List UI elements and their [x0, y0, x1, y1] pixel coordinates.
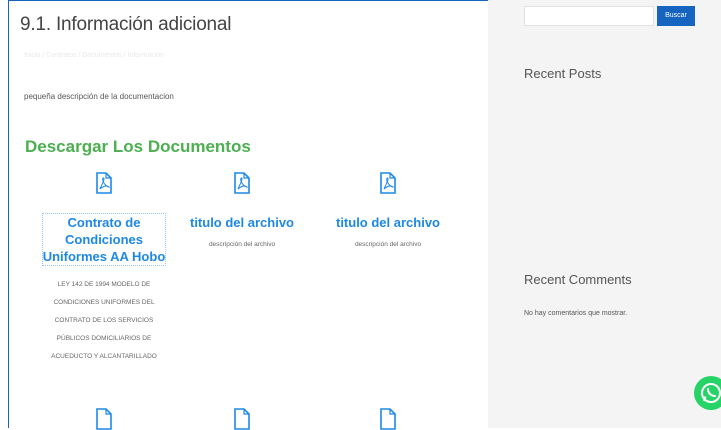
- search-button[interactable]: Buscar: [657, 6, 695, 26]
- document-description: LEY 142 DE 1994 MODELO DE CONDICIONES UN…: [34, 276, 174, 366]
- pdf-file-icon[interactable]: [96, 172, 112, 194]
- document-description-line: CONDICIONES UNIFORMES DEL: [53, 299, 155, 306]
- document-title-line: Contrato de: [67, 215, 141, 230]
- recent-comments-title: Recent Comments: [524, 272, 632, 287]
- search-input[interactable]: [524, 6, 654, 26]
- document-description: descripción del archivo: [354, 241, 422, 248]
- whatsapp-icon: [701, 383, 721, 403]
- main-content: 9.1. Información adicional Inicio / Cont…: [0, 0, 488, 430]
- section-heading: Descargar Los Documentos: [25, 137, 251, 156]
- pdf-file-icon[interactable]: [234, 408, 250, 430]
- breadcrumb[interactable]: Inicio / Contratos / Documentos / Inform…: [24, 52, 164, 59]
- document-card: titulo del archivo descripción del archi…: [172, 172, 312, 254]
- document-title-line: Uniformes AA Hobo: [42, 249, 166, 264]
- document-title-link[interactable]: titulo del archivo: [190, 214, 294, 231]
- no-comments-text: No hay comentarios que mostrar.: [524, 310, 628, 317]
- page-description: pequeña descripción de la documentacion: [24, 92, 174, 101]
- recent-posts-title: Recent Posts: [524, 66, 602, 81]
- page-title: 9.1. Información adicional: [20, 14, 232, 35]
- document-card: titulo del archivo descripción del archi…: [318, 172, 458, 254]
- content-border-top: [8, 0, 488, 1]
- pdf-file-icon[interactable]: [234, 172, 250, 194]
- document-title-link[interactable]: Contrato de Condiciones Uniformes AA Hob…: [41, 213, 167, 266]
- document-card: Contrato de Condiciones Uniformes AA Hob…: [34, 172, 174, 366]
- whatsapp-button[interactable]: [694, 376, 721, 410]
- document-title-line: Condiciones: [64, 232, 143, 247]
- document-description: descripción del archivo: [208, 241, 276, 248]
- document-description-line: ACUEDUCTO Y ALCANTARILLADO: [51, 353, 157, 360]
- pdf-file-icon[interactable]: [96, 408, 112, 430]
- pdf-file-icon[interactable]: [380, 408, 396, 430]
- document-description-line: CONTRATO DE LOS SERVICIOS: [54, 317, 154, 324]
- pdf-file-icon[interactable]: [380, 172, 396, 194]
- sidebar: Buscar Recent Posts Recent Comments No h…: [488, 0, 721, 428]
- content-border: [8, 0, 9, 428]
- document-description-line: LEY 142 DE 1994 MODELO DE: [57, 281, 151, 288]
- document-title-link[interactable]: titulo del archivo: [336, 214, 440, 231]
- document-description-line: PÚBLICOS DOMICILIARIOS DE: [56, 335, 152, 342]
